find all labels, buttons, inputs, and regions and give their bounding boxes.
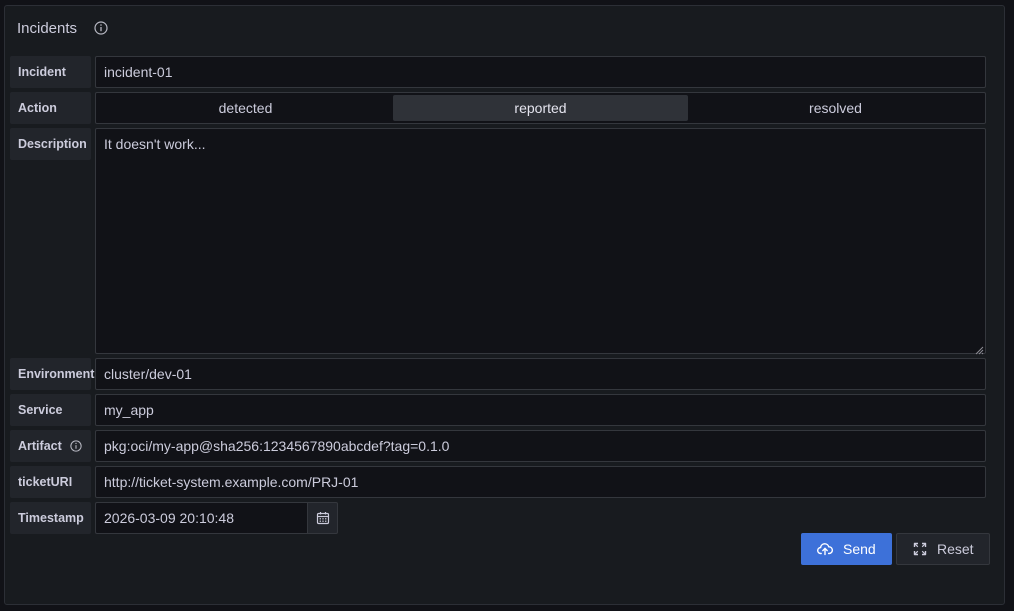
action-row: Action detected reported resolved xyxy=(10,92,986,124)
incident-input[interactable]: incident-01 xyxy=(95,56,986,88)
timestamp-picker: 2026-03-09 20:10:48 xyxy=(95,502,338,534)
action-option-reported[interactable]: reported xyxy=(393,95,688,121)
service-label: Service xyxy=(10,394,91,426)
timestamp-row: Timestamp 2026-03-09 20:10:48 xyxy=(10,502,338,534)
ticket-uri-label: ticketURI xyxy=(10,466,91,498)
service-row: Service my_app xyxy=(10,394,986,426)
action-option-resolved[interactable]: resolved xyxy=(688,95,983,121)
action-option-detected[interactable]: detected xyxy=(98,95,393,121)
send-button[interactable]: Send xyxy=(801,533,892,565)
reset-button-label: Reset xyxy=(937,541,974,557)
incident-row: Incident incident-01 xyxy=(10,56,986,88)
description-textarea[interactable]: It doesn't work... xyxy=(95,128,986,355)
resize-grip-icon[interactable] xyxy=(974,342,984,355)
calendar-button[interactable] xyxy=(307,502,338,534)
description-text: It doesn't work... xyxy=(104,136,206,152)
description-row: Description It doesn't work... xyxy=(10,128,986,355)
info-circle-icon[interactable] xyxy=(70,440,82,452)
action-label: Action xyxy=(10,92,91,124)
timestamp-label: Timestamp xyxy=(10,502,91,534)
reset-button[interactable]: Reset xyxy=(896,533,990,565)
environment-row: Environment cluster/dev-01 xyxy=(10,358,986,390)
panel-header: Incidents xyxy=(17,18,108,38)
timestamp-input[interactable]: 2026-03-09 20:10:48 xyxy=(95,502,307,534)
ticket-uri-row: ticketURI http://ticket-system.example.c… xyxy=(10,466,986,498)
ticket-uri-input[interactable]: http://ticket-system.example.com/PRJ-01 xyxy=(95,466,986,498)
send-button-label: Send xyxy=(843,541,876,557)
environment-label: Environment xyxy=(10,358,94,390)
artifact-row: Artifact pkg:oci/my-app@sha256:123456789… xyxy=(10,430,986,462)
incident-label: Incident xyxy=(10,56,91,88)
calendar-icon xyxy=(316,511,330,525)
environment-input[interactable]: cluster/dev-01 xyxy=(95,358,986,390)
artifact-label: Artifact xyxy=(10,430,91,462)
action-radio-group: detected reported resolved xyxy=(95,92,986,124)
description-label: Description xyxy=(10,128,91,160)
artifact-input[interactable]: pkg:oci/my-app@sha256:1234567890abcdef?t… xyxy=(95,430,986,462)
panel-title: Incidents xyxy=(17,19,78,37)
cloud-upload-icon xyxy=(817,542,833,556)
info-circle-icon[interactable] xyxy=(94,21,108,35)
service-input[interactable]: my_app xyxy=(95,394,986,426)
artifact-label-text: Artifact xyxy=(18,439,62,453)
expand-arrows-icon xyxy=(913,542,927,556)
